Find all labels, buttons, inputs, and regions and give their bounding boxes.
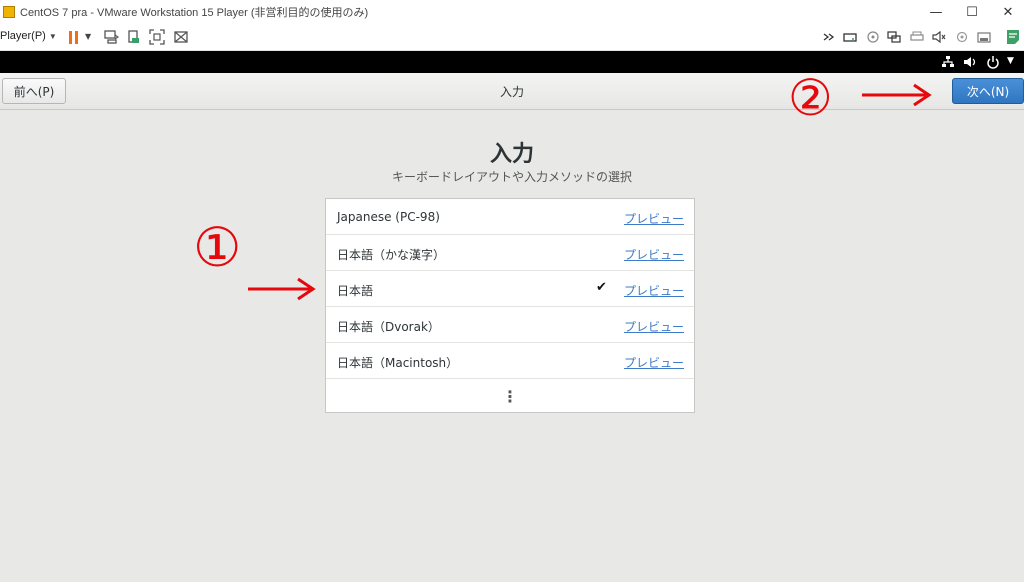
message-icon[interactable] (1006, 29, 1020, 45)
keyboard-layout-list: Japanese (PC-98) プレビュー 日本語（かな漢字） プレビュー 日… (325, 198, 695, 413)
list-item[interactable]: 日本語（かな漢字） プレビュー (326, 235, 694, 271)
checkmark-icon: ✔ (596, 280, 607, 295)
vm-top-bar: ▼ (0, 51, 1024, 73)
page-subtitle: キーボードレイアウトや入力メソッドの選択 (391, 170, 632, 184)
list-item[interactable]: Japanese (PC-98) プレビュー (326, 199, 694, 235)
cd-drive-icon[interactable] (866, 31, 880, 43)
window-title-bar: CentOS 7 pra - VMware Workstation 15 Pla… (0, 0, 1024, 24)
layout-label: 日本語（Dvorak） (337, 320, 440, 334)
chevron-down-icon: ▼ (48, 31, 57, 41)
floppy-icon[interactable] (977, 31, 991, 43)
printer-icon[interactable] (910, 31, 924, 43)
close-button[interactable]: ✕ (991, 0, 1024, 24)
preview-link[interactable]: プレビュー (624, 210, 684, 227)
preview-link[interactable]: プレビュー (624, 354, 684, 371)
send-ctrl-alt-del-icon[interactable] (103, 29, 119, 45)
minimize-button[interactable]: — (919, 0, 953, 24)
hard-disk-icon[interactable] (843, 31, 857, 43)
chevron-down-icon[interactable]: ▼ (1007, 56, 1014, 66)
network-icon[interactable] (941, 55, 955, 69)
annotation-marker-1: ① (193, 216, 242, 279)
vmware-app-icon (3, 6, 15, 18)
list-item-selected[interactable]: 日本語 ✔ プレビュー (326, 271, 694, 307)
more-options-icon[interactable]: ⋮ (326, 379, 694, 413)
layout-label: 日本語（かな漢字） (337, 248, 446, 262)
preview-link[interactable]: プレビュー (624, 246, 684, 263)
list-item[interactable]: 日本語（Dvorak） プレビュー (326, 307, 694, 343)
full-screen-icon[interactable] (149, 29, 165, 45)
annotation-arrow-icon (862, 83, 932, 107)
layout-label: 日本語 (337, 284, 374, 298)
preview-link[interactable]: プレビュー (624, 282, 684, 299)
layout-label: 日本語（Macintosh） (337, 356, 459, 370)
removable-devices-icon[interactable] (126, 29, 142, 45)
network-adapter-icon[interactable] (887, 31, 901, 43)
pause-icon[interactable] (69, 31, 78, 44)
unity-icon[interactable] (173, 29, 189, 45)
next-button[interactable]: 次へ(N) (952, 78, 1024, 104)
preview-link[interactable]: プレビュー (624, 318, 684, 335)
maximize-button[interactable]: ☐ (955, 0, 989, 24)
annotation-arrow-icon (248, 277, 316, 301)
volume-icon[interactable] (963, 55, 977, 69)
chevron-more-icon[interactable] (822, 31, 836, 43)
usb-icon[interactable] (955, 31, 969, 43)
vmware-toolbar: Player(P) ▼ ▼ (0, 24, 1024, 51)
list-item[interactable]: 日本語（Macintosh） プレビュー (326, 343, 694, 379)
annotation-marker-2: ② (788, 69, 833, 127)
chevron-down-icon[interactable]: ▼ (85, 32, 91, 41)
player-menu[interactable]: Player(P) ▼ (0, 30, 57, 42)
power-icon[interactable] (986, 55, 1000, 69)
sound-icon[interactable] (932, 31, 946, 43)
window-title: CentOS 7 pra - VMware Workstation 15 Pla… (20, 7, 369, 19)
layout-label: Japanese (PC-98) (337, 210, 440, 224)
page-title: 入力 (489, 142, 534, 167)
player-menu-label: Player(P) (0, 30, 46, 42)
